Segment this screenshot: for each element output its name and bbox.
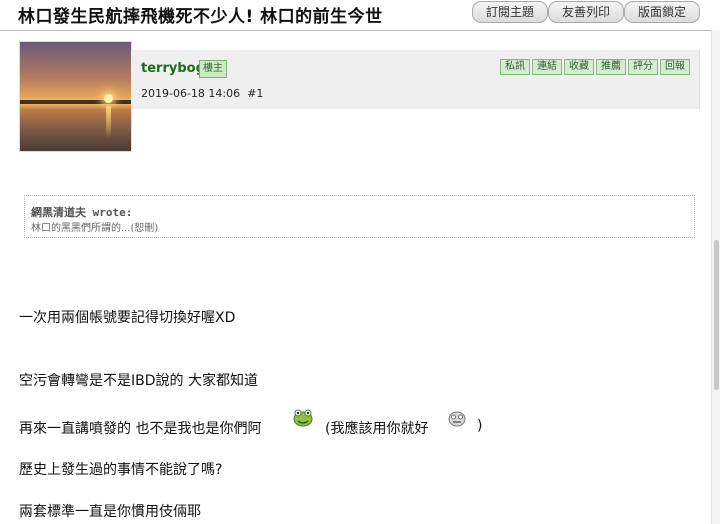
username-link[interactable]: terrybog [141,61,205,76]
scrollbar[interactable] [711,30,720,524]
post-text-line: (我應該用你就好 [325,421,429,437]
post-text-line: 再來一直講噴發的 也不是我也是你們阿 [19,421,262,437]
favorite-button[interactable]: 收藏 [564,59,594,75]
post-text-line: 空污會轉彎是不是IBD說的 大家都知道 [19,373,258,389]
subscribe-topic-button[interactable]: 訂閱主題 [472,1,548,23]
private-message-button[interactable]: 私訊 [500,59,530,75]
avatar[interactable] [19,41,132,152]
post-info-bar: terrybog 樓主 2019-06-18 14:06 #1 私訊 連結 收藏… [131,50,700,109]
report-button[interactable]: 回報 [660,59,690,75]
avatar-sun [104,94,113,103]
post-timestamp: 2019-06-18 14:06 #1 [141,87,263,100]
post-floor-number[interactable]: #1 [247,87,263,100]
quote-author: 網黑清道夫 wrote: [31,206,133,219]
print-friendly-button[interactable]: 友善列印 [548,1,624,23]
topic-title: 林口發生民航摔飛機死不少人! 林口的前生今世 [18,7,383,27]
post-text-line: 歷史上發生過的事情不能說了嗎? [19,462,223,478]
avatar-sun-reflection [106,106,111,138]
frog-emoticon-icon [293,409,313,427]
link-button[interactable]: 連結 [532,59,562,75]
scrollbar-thumb[interactable] [714,240,719,390]
lock-layout-button[interactable]: 版面鎖定 [624,1,700,23]
post-text-line: 兩套標準一直是你慣用伎倆耶 [19,504,201,520]
rate-button[interactable]: 評分 [628,59,658,75]
post-date: 2019-06-18 14:06 [141,87,241,100]
face-emoticon-icon [448,411,466,427]
topic-header: 林口發生民航摔飛機死不少人! 林口的前生今世 訂閱主題 友善列印 版面鎖定 [0,0,720,31]
post-text-line: 一次用兩個帳號要記得切換好喔XD [19,310,236,326]
quote-text: 林口的黑黑們所謂的...(恕刪) [31,223,159,234]
post-text-line: ) [477,418,483,434]
quote-block: 網黑清道夫 wrote: 林口的黑黑們所謂的...(恕刪) [24,195,695,238]
recommend-button[interactable]: 推薦 [596,59,626,75]
avatar-horizon [20,100,131,104]
op-badge: 樓主 [199,60,227,78]
